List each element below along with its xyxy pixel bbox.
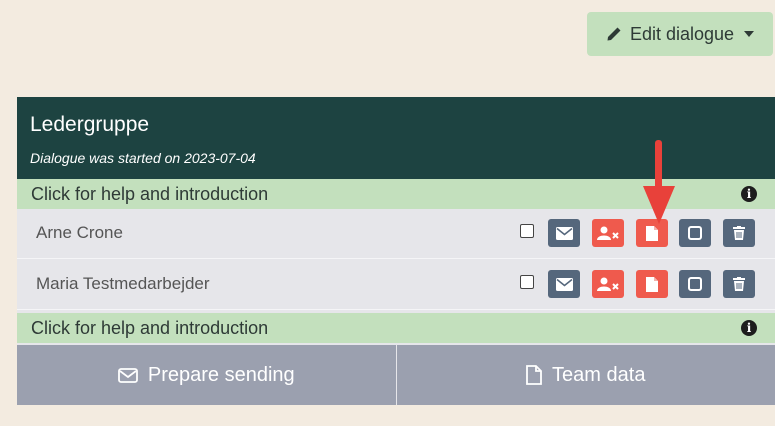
remove-participant-button[interactable]	[592, 219, 624, 247]
document-icon	[646, 276, 658, 292]
prepare-sending-label: Prepare sending	[147, 363, 295, 386]
chevron-down-icon	[744, 31, 755, 37]
user-remove-icon	[597, 277, 619, 291]
team-data-label: Team data	[552, 363, 646, 386]
edit-dialogue-label: Edit dialogue	[629, 23, 735, 44]
square-button[interactable]	[679, 219, 711, 247]
info-icon[interactable]: i	[741, 320, 757, 336]
participant-checkbox[interactable]	[520, 275, 534, 289]
delete-button[interactable]	[723, 270, 755, 298]
participant-name: Maria Testmedarbejder	[36, 274, 210, 293]
envelope-outline-icon	[117, 367, 138, 383]
square-icon	[688, 226, 702, 240]
prepare-sending-button[interactable]: Prepare sending	[17, 345, 396, 405]
pencil-icon	[607, 27, 621, 41]
annotation-arrow-icon	[643, 140, 675, 224]
document-outline-icon	[526, 365, 542, 385]
edit-dialogue-button[interactable]: Edit dialogue	[587, 12, 773, 56]
participant-row: Maria Testmedarbejder	[17, 260, 775, 310]
panel-subtitle: Dialogue was started on 2023-07-04	[30, 150, 256, 166]
participant-checkbox[interactable]	[520, 224, 534, 238]
help-bar-label: Click for help and introduction	[31, 318, 269, 338]
envelope-icon	[555, 277, 573, 291]
participant-name: Arne Crone	[36, 223, 123, 242]
help-bar-bottom[interactable]: Click for help and introduction i	[17, 313, 775, 343]
team-data-button[interactable]: Team data	[395, 345, 775, 405]
trash-icon	[733, 226, 745, 240]
send-email-button[interactable]	[548, 270, 580, 298]
footer-actions: Prepare sending Team data	[17, 345, 775, 405]
remove-participant-button[interactable]	[592, 270, 624, 298]
document-icon	[646, 225, 658, 241]
trash-icon	[733, 277, 745, 291]
envelope-icon	[555, 226, 573, 240]
panel-title: Ledergruppe	[30, 113, 150, 136]
send-email-button[interactable]	[548, 219, 580, 247]
square-icon	[688, 277, 702, 291]
delete-button[interactable]	[723, 219, 755, 247]
square-button[interactable]	[679, 270, 711, 298]
info-icon[interactable]: i	[741, 186, 757, 202]
help-bar-label: Click for help and introduction	[31, 184, 269, 204]
user-remove-icon	[597, 226, 619, 240]
document-button[interactable]	[636, 270, 668, 298]
